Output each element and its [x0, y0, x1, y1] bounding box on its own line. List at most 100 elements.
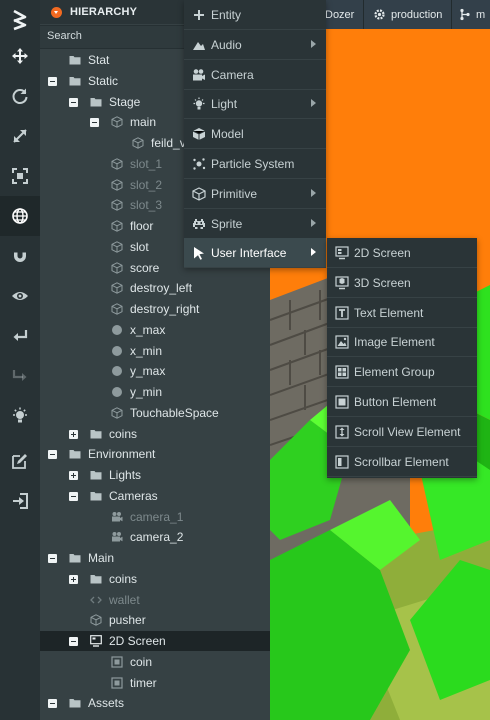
logo-icon[interactable] [0, 0, 40, 40]
scale-icon[interactable] [0, 116, 40, 156]
resize-icon[interactable] [0, 156, 40, 196]
branch-label: production [391, 8, 443, 21]
light-icon[interactable] [0, 396, 40, 436]
tree-row[interactable]: coin [40, 652, 270, 672]
menu-item-model[interactable]: Model [184, 119, 326, 150]
screen-icon [90, 635, 102, 647]
collapse-icon[interactable] [48, 554, 57, 563]
tree-row[interactable]: Cameras [40, 486, 270, 506]
tree-row-label: camera_2 [130, 530, 184, 545]
undo-icon[interactable] [0, 316, 40, 356]
primitive-icon [192, 187, 206, 201]
tree-row[interactable]: 2D Screen [40, 631, 270, 651]
collapse-icon[interactable] [48, 450, 57, 460]
cube-icon [111, 116, 123, 129]
collapse-icon[interactable] [69, 637, 78, 646]
submenu-item-element-group[interactable]: Element Group [327, 357, 477, 388]
collapse-icon[interactable] [48, 76, 57, 86]
tree-row-label: feild_v [151, 136, 186, 150]
menu-item-sprite[interactable]: Sprite [184, 209, 326, 239]
menu-item-primitive[interactable]: Primitive [184, 179, 326, 209]
branch-selector[interactable]: production [373, 0, 442, 29]
submenu-item-2d-screen[interactable]: 2D Screen [327, 238, 477, 268]
tree-row[interactable]: camera_2 [40, 527, 270, 547]
menu-item-entity[interactable]: Entity [184, 0, 326, 30]
tree-row-label: Stage [109, 94, 141, 109]
cube-icon [111, 178, 123, 191]
tree-row[interactable]: wallet [40, 590, 270, 610]
folder-icon [90, 428, 102, 440]
tree-row-label: timer [130, 675, 157, 690]
tree-row[interactable]: camera_1 [40, 507, 270, 527]
tree-row[interactable]: pusher [40, 610, 270, 630]
tree-row[interactable]: destroy_right [40, 299, 270, 319]
submenu-item-scrollbar-element[interactable]: Scrollbar Element [327, 447, 477, 477]
tree-row[interactable]: timer [40, 673, 270, 693]
branch-menu[interactable]: m [459, 0, 485, 29]
user-interface-submenu: 2D Screen 3D Screen Text Element Image Elem… [327, 238, 477, 478]
gear-icon [373, 8, 386, 21]
submenu-item-button-element[interactable]: Button Element [327, 387, 477, 417]
tree-row[interactable]: Assets [40, 693, 270, 713]
redo-icon[interactable] [0, 356, 40, 396]
menu-item-particle-system[interactable]: Particle System [184, 149, 326, 179]
tree-row[interactable]: y_max [40, 361, 270, 381]
translate-icon[interactable] [0, 36, 40, 76]
tree-row-label: TouchableSpace [130, 405, 219, 420]
submenu-item-label: Image Element [354, 335, 435, 350]
submenu-item-text-element[interactable]: Text Element [327, 298, 477, 328]
tree-row[interactable]: x_max [40, 320, 270, 340]
tree-row-label: Main [88, 551, 115, 565]
sphere-icon [111, 386, 123, 398]
image-element-icon [335, 335, 349, 349]
screen-2d-icon [335, 246, 349, 260]
collapse-icon[interactable] [48, 699, 57, 709]
folder-icon [69, 697, 81, 709]
tree-row[interactable]: TouchableSpace [40, 403, 270, 423]
menu-item-audio[interactable]: Audio [184, 30, 326, 60]
expand-icon[interactable] [69, 574, 78, 584]
scroll-view-icon [335, 425, 349, 439]
collapse-icon[interactable] [69, 491, 78, 501]
edit-icon[interactable] [0, 441, 40, 481]
eye-icon[interactable] [0, 276, 40, 316]
tree-row[interactable]: Main [40, 548, 270, 568]
tree-row-label: x_max [130, 322, 166, 337]
expand-icon[interactable] [69, 429, 78, 439]
light-icon [192, 97, 206, 111]
tree-row[interactable]: coins [40, 424, 270, 444]
tree-row[interactable]: destroy_left [40, 278, 270, 298]
submenu-item-image-element[interactable]: Image Element [327, 327, 477, 358]
submenu-item-label: 2D Screen [354, 246, 411, 260]
tree-row[interactable]: coins [40, 569, 270, 589]
folder-icon [69, 552, 81, 564]
expand-icon[interactable] [69, 471, 78, 480]
tree-row[interactable]: Environment [40, 444, 270, 464]
context-menu: Entity Audio Camera Light Model Particle Syst… [184, 0, 326, 269]
menu-item-label: Model [211, 127, 244, 142]
collapse-panel-icon[interactable] [51, 6, 62, 18]
project-name[interactable]: Dozer [325, 0, 354, 29]
model-icon [192, 127, 206, 141]
tree-row[interactable]: x_min [40, 341, 270, 361]
menu-item-light[interactable]: Light [184, 89, 326, 120]
magnet-icon[interactable] [0, 236, 40, 276]
chevron-right-icon [311, 99, 316, 108]
tree-row-label: Environment [88, 447, 156, 462]
tree-row-label: y_min [130, 385, 163, 399]
cube-icon [111, 220, 123, 232]
tree-row[interactable]: y_min [40, 382, 270, 402]
world-icon[interactable] [0, 196, 40, 236]
collapse-icon[interactable] [90, 118, 99, 128]
publish-icon[interactable] [0, 481, 40, 521]
menu-item-camera[interactable]: Camera [184, 60, 326, 90]
submenu-item-scroll-view-element[interactable]: Scroll View Element [327, 417, 477, 447]
menu-item-user-interface[interactable]: User Interface [184, 238, 326, 269]
collapse-icon[interactable] [69, 97, 78, 107]
tree-row-label: destroy_left [130, 281, 193, 296]
submenu-item-3d-screen[interactable]: 3D Screen [327, 268, 477, 298]
rotate-icon[interactable] [0, 76, 40, 116]
camera-icon [111, 531, 123, 543]
camera-icon [111, 511, 123, 523]
tree-row[interactable]: Lights [40, 465, 270, 485]
